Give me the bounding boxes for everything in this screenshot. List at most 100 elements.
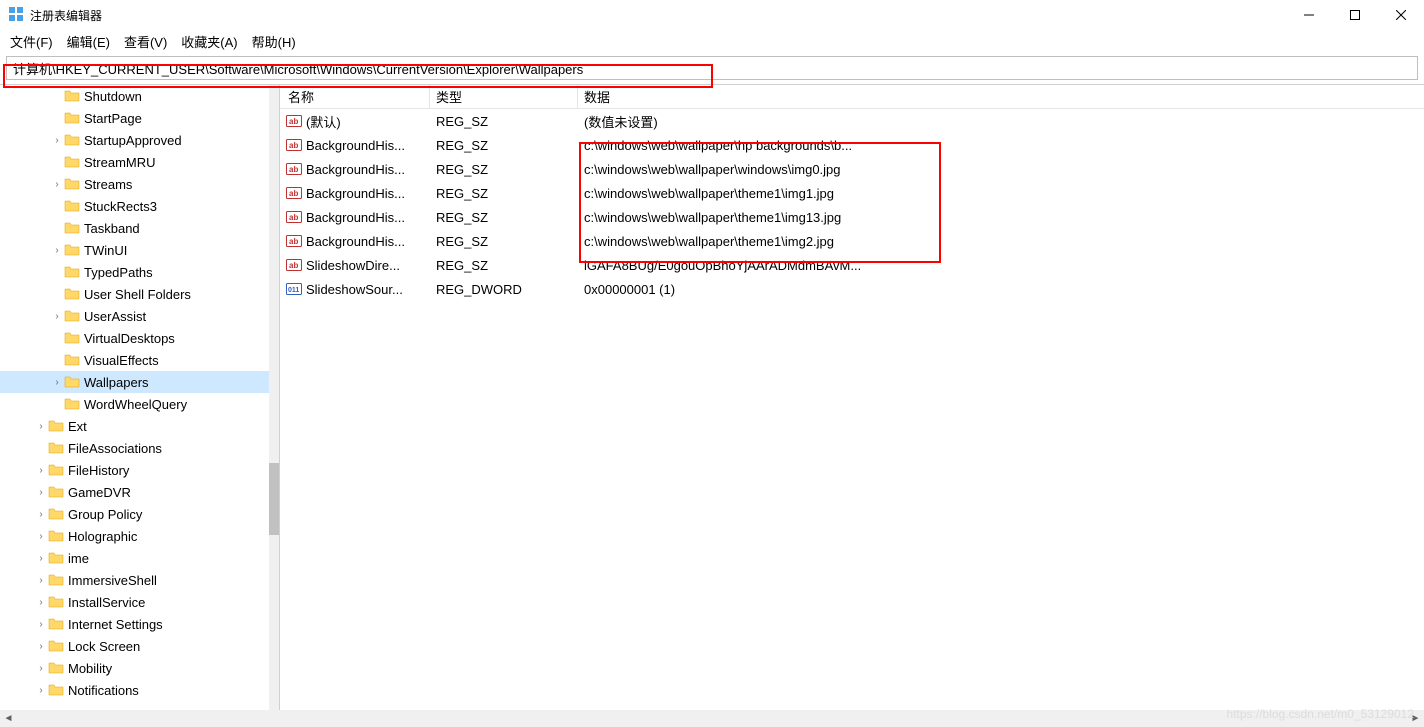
folder-icon (48, 572, 64, 588)
value-row[interactable]: abBackgroundHis...REG_SZc:\windows\web\w… (280, 229, 1424, 253)
scroll-track[interactable] (17, 710, 1407, 727)
folder-icon (64, 242, 80, 258)
tree-item-internet-settings[interactable]: ›Internet Settings (0, 613, 269, 635)
close-button[interactable] (1378, 0, 1424, 30)
scroll-left-arrow[interactable]: ◄ (0, 710, 17, 727)
tree-item-userassist[interactable]: › UserAssist (0, 305, 269, 327)
expand-chevron-icon[interactable]: › (34, 553, 48, 564)
value-type: REG_SZ (430, 210, 578, 225)
column-header-type[interactable]: 类型 (430, 85, 578, 108)
folder-icon (64, 88, 80, 104)
menu-file[interactable]: 文件(F) (10, 32, 53, 51)
folder-icon (64, 110, 80, 126)
expand-chevron-icon[interactable]: › (34, 685, 48, 696)
folder-icon (48, 440, 64, 456)
tree-item-immersiveshell[interactable]: › ImmersiveShell (0, 569, 269, 591)
string-value-icon: ab (286, 233, 302, 249)
value-name: BackgroundHis... (306, 186, 405, 201)
tree-item-lock-screen[interactable]: ›Lock Screen (0, 635, 269, 657)
expand-chevron-icon[interactable]: › (34, 575, 48, 586)
tree-item-label: Wallpapers (84, 375, 149, 390)
horizontal-scrollbar[interactable]: ◄ ► (0, 710, 1424, 727)
value-type: REG_SZ (430, 186, 578, 201)
expand-chevron-icon[interactable]: › (34, 619, 48, 630)
expand-chevron-icon[interactable]: › (34, 487, 48, 498)
dword-value-icon: 011 (286, 281, 302, 297)
expand-chevron-icon[interactable]: › (34, 421, 48, 432)
menu-help[interactable]: 帮助(H) (252, 32, 296, 51)
menu-favorites[interactable]: 收藏夹(A) (181, 32, 237, 51)
tree-item-streammru[interactable]: ›StreamMRU (0, 151, 269, 173)
tree-item-fileassociations[interactable]: ›FileAssociations (0, 437, 269, 459)
scrollbar-thumb[interactable] (269, 463, 279, 535)
expand-chevron-icon[interactable]: › (34, 509, 48, 520)
tree-item-shutdown[interactable]: ›Shutdown (0, 85, 269, 107)
value-row[interactable]: abBackgroundHis...REG_SZc:\windows\web\w… (280, 181, 1424, 205)
tree-item-label: GameDVR (68, 485, 131, 500)
list-header: 名称 类型 数据 (280, 85, 1424, 109)
address-bar[interactable]: 计算机\HKEY_CURRENT_USER\Software\Microsoft… (6, 56, 1418, 80)
tree-item-installservice[interactable]: › InstallService (0, 591, 269, 613)
value-name: BackgroundHis... (306, 138, 405, 153)
value-row[interactable]: abBackgroundHis...REG_SZc:\windows\web\w… (280, 133, 1424, 157)
expand-chevron-icon[interactable]: › (34, 531, 48, 542)
tree-item-label: WordWheelQuery (84, 397, 187, 412)
folder-icon (64, 264, 80, 280)
tree-item-ext[interactable]: ›Ext (0, 415, 269, 437)
tree-item-group-policy[interactable]: ›Group Policy (0, 503, 269, 525)
tree-item-gamedvr[interactable]: › GameDVR (0, 481, 269, 503)
expand-chevron-icon[interactable]: › (50, 179, 64, 190)
tree-item-label: InstallService (68, 595, 145, 610)
tree-item-virtualdesktops[interactable]: ›VirtualDesktops (0, 327, 269, 349)
tree-item-wordwheelquery[interactable]: ›WordWheelQuery (0, 393, 269, 415)
tree-item-filehistory[interactable]: ›FileHistory (0, 459, 269, 481)
column-header-data[interactable]: 数据 (578, 85, 1424, 108)
tree-item-visualeffects[interactable]: ›VisualEffects (0, 349, 269, 371)
tree-item-label: Taskband (84, 221, 140, 236)
minimize-button[interactable] (1286, 0, 1332, 30)
expand-chevron-icon[interactable]: › (50, 377, 64, 388)
expand-chevron-icon[interactable]: › (34, 641, 48, 652)
value-row[interactable]: 011SlideshowSour...REG_DWORD0x00000001 (… (280, 277, 1424, 301)
tree-item-typedpaths[interactable]: ›TypedPaths (0, 261, 269, 283)
value-row[interactable]: abBackgroundHis...REG_SZc:\windows\web\w… (280, 157, 1424, 181)
tree-item-twinui[interactable]: ›TWinUI (0, 239, 269, 261)
svg-text:ab: ab (289, 165, 298, 174)
expand-chevron-icon[interactable]: › (34, 597, 48, 608)
tree-item-label: StartPage (84, 111, 142, 126)
tree-item-holographic[interactable]: ›Holographic (0, 525, 269, 547)
tree-item-mobility[interactable]: ›Mobility (0, 657, 269, 679)
value-row[interactable]: ab(默认)REG_SZ(数值未设置) (280, 109, 1424, 133)
menu-edit[interactable]: 编辑(E) (67, 32, 110, 51)
maximize-button[interactable] (1332, 0, 1378, 30)
tree-item-user-shell-folders[interactable]: ›User Shell Folders (0, 283, 269, 305)
folder-icon (64, 396, 80, 412)
menu-view[interactable]: 查看(V) (124, 32, 167, 51)
expand-chevron-icon[interactable]: › (50, 135, 64, 146)
tree-item-startpage[interactable]: ›StartPage (0, 107, 269, 129)
value-name: BackgroundHis... (306, 210, 405, 225)
value-row[interactable]: abSlideshowDire...REG_SZlGAFA8BUg/E0gouO… (280, 253, 1424, 277)
expand-chevron-icon[interactable]: › (50, 245, 64, 256)
value-row[interactable]: abBackgroundHis...REG_SZc:\windows\web\w… (280, 205, 1424, 229)
tree-item-stuckrects3[interactable]: ›StuckRects3 (0, 195, 269, 217)
expand-chevron-icon[interactable]: › (50, 311, 64, 322)
tree-item-taskband[interactable]: ›Taskband (0, 217, 269, 239)
tree-item-notifications[interactable]: ›Notifications (0, 679, 269, 701)
tree-item-label: ImmersiveShell (68, 573, 157, 588)
list-body: ab(默认)REG_SZ(数值未设置)abBackgroundHis...REG… (280, 109, 1424, 710)
tree-item-startupapproved[interactable]: ›StartupApproved (0, 129, 269, 151)
folder-icon (48, 418, 64, 434)
scroll-right-arrow[interactable]: ► (1407, 710, 1424, 727)
tree-scrollbar[interactable] (269, 85, 279, 710)
svg-text:ab: ab (289, 141, 298, 150)
tree-item-label: UserAssist (84, 309, 146, 324)
column-header-name[interactable]: 名称 (280, 85, 430, 108)
expand-chevron-icon[interactable]: › (34, 465, 48, 476)
tree-item-wallpapers[interactable]: › Wallpapers (0, 371, 269, 393)
value-data: lGAFA8BUg/E0gouOpBhoYjAArADMdmBAvM... (578, 258, 1424, 273)
expand-chevron-icon[interactable]: › (34, 663, 48, 674)
tree-item-ime[interactable]: ›ime (0, 547, 269, 569)
tree-item-streams[interactable]: ›Streams (0, 173, 269, 195)
folder-icon (48, 616, 64, 632)
